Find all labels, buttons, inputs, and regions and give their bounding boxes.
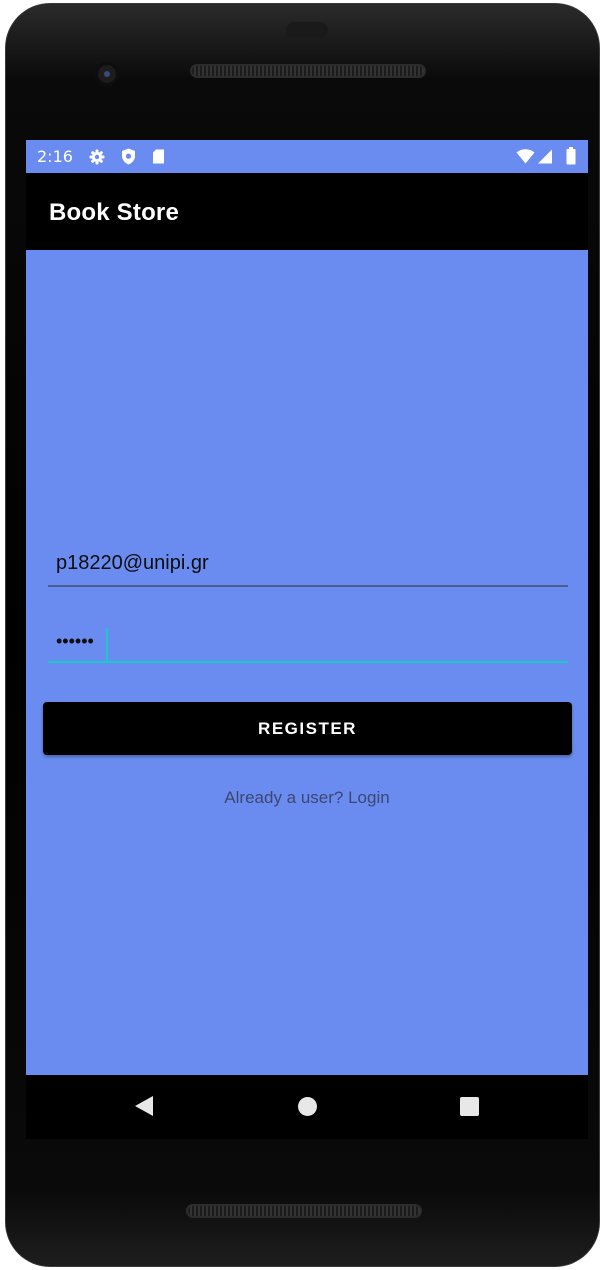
login-link[interactable]: Already a user? Login: [26, 788, 588, 808]
navigation-bar: [26, 1075, 588, 1139]
settings-icon: [89, 149, 105, 169]
back-icon[interactable]: [134, 1095, 154, 1121]
front-camera: [95, 62, 119, 86]
top-speaker-grille: [190, 64, 426, 78]
wifi-icon: [516, 149, 535, 168]
sd-card-icon: [152, 149, 165, 168]
signal-icon: [537, 149, 553, 168]
text-cursor: [106, 628, 108, 661]
register-button[interactable]: REGISTER: [43, 702, 572, 755]
app-bar: Book Store: [26, 173, 588, 250]
status-time: 2:16: [37, 147, 73, 166]
status-bar: 2:16: [26, 140, 588, 173]
battery-icon: [566, 147, 576, 169]
recents-icon[interactable]: [460, 1097, 479, 1116]
home-icon[interactable]: [298, 1097, 317, 1116]
email-value[interactable]: p18220@unipi.gr: [56, 552, 209, 575]
bottom-speaker-grille: [186, 1204, 422, 1218]
password-field[interactable]: ••••••: [48, 625, 568, 663]
screen: 2:16 Book Store p18220@unipi.gr •••••• R…: [26, 140, 588, 1075]
app-title: Book Store: [49, 199, 180, 226]
email-field[interactable]: p18220@unipi.gr: [48, 545, 568, 587]
shield-icon: [121, 148, 136, 169]
password-value[interactable]: ••••••: [56, 631, 94, 652]
sensor-notch: [286, 22, 328, 38]
